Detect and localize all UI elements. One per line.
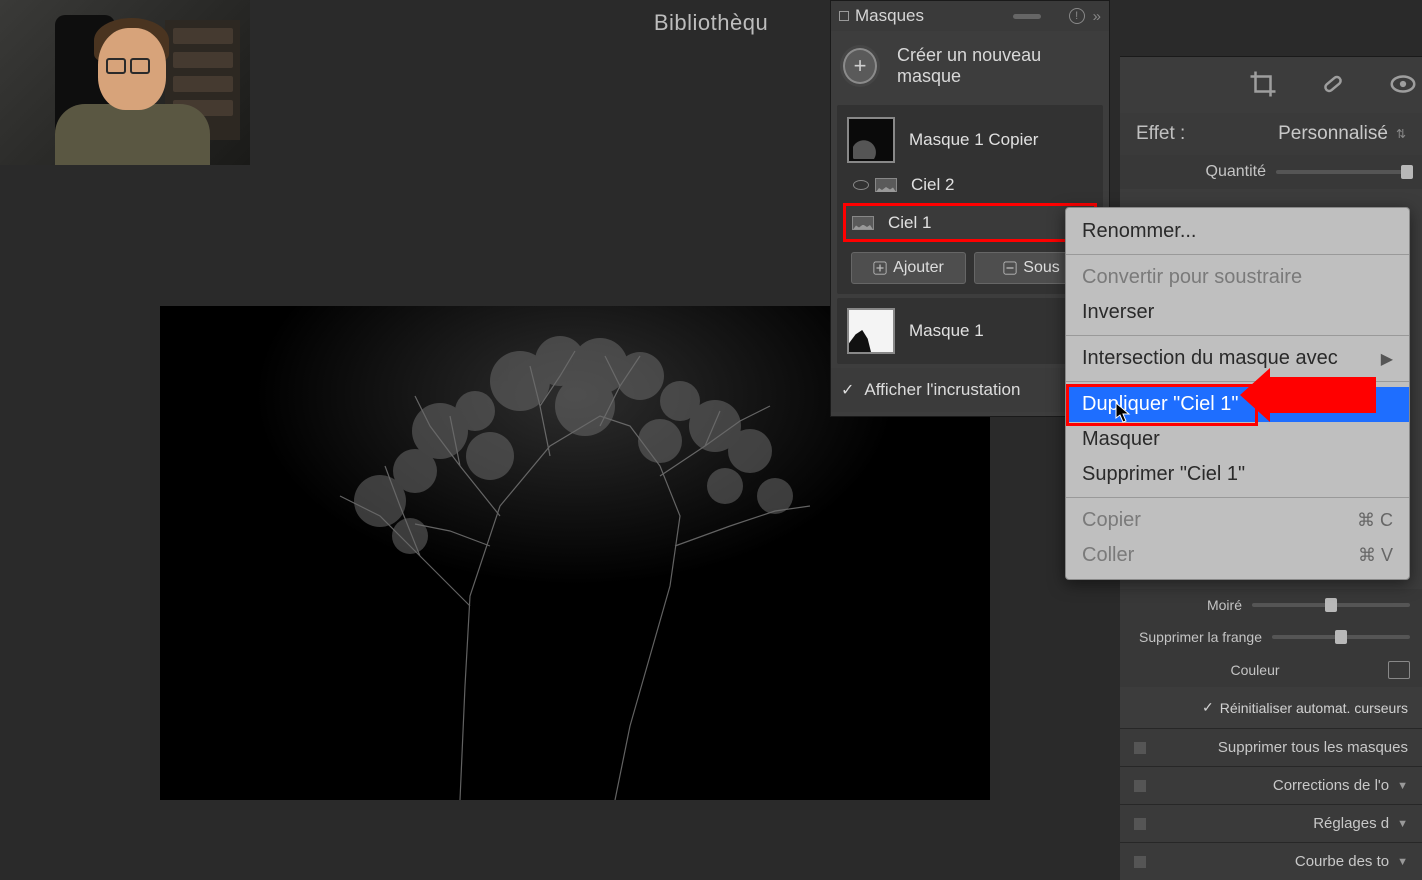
ctx-paste: Coller⌘ V [1066,538,1409,573]
effect-row[interactable]: Effet : Personnalisé ⇅ [1120,113,1422,155]
quantity-slider[interactable]: Quantité [1120,155,1422,189]
add-icon [873,261,887,275]
ctx-delete[interactable]: Supprimer "Ciel 1" [1066,457,1409,492]
cursor-icon [1115,402,1131,429]
annotation-arrow [1266,377,1376,413]
mask-group-2: Masque 1 [837,298,1103,364]
drag-handle-icon[interactable] [1013,14,1041,19]
color-swatch-icon[interactable] [1388,661,1410,679]
effect-label: Effet : [1136,123,1185,145]
mask-component-ciel2[interactable]: Ciel 2 [843,169,1097,201]
square-icon [1134,856,1146,868]
highlight-box [1066,384,1258,426]
webcam-overlay [0,0,250,165]
chevron-down-icon: ▼ [1397,818,1408,830]
collapse-icon[interactable]: » [1093,8,1101,25]
crop-icon[interactable] [1248,69,1278,99]
panel-icon [839,11,849,21]
sky-mask-icon [852,216,874,230]
mask-component-ciel1[interactable]: Ciel 1 ••• [843,203,1097,242]
new-mask-label: Créer un nouveau masque [897,45,1097,87]
ctx-intersect[interactable]: Intersection du masque avec▶ [1066,341,1409,376]
square-icon [1134,818,1146,830]
mask-thumbnail [847,308,895,354]
mask-thumbnail [847,117,895,163]
chevron-down-icon: ▼ [1397,780,1408,792]
effect-value: Personnalisé [1278,123,1388,145]
footer-curve[interactable]: Courbe des to ▼ [1120,842,1422,880]
chevron-right-icon: ▶ [1381,349,1393,369]
mask-item[interactable]: Masque 1 Copier [843,111,1097,169]
moire-slider[interactable]: Moiré [1120,589,1422,621]
footer-adjust[interactable]: Réglages d ▼ [1120,804,1422,842]
overlay-label: Afficher l'incrustation [864,380,1020,400]
visibility-icon[interactable] [853,180,869,190]
eye-icon[interactable] [1388,69,1418,99]
square-icon [1134,780,1146,792]
color-row[interactable]: Couleur [1120,653,1422,687]
mask-item[interactable]: Masque 1 [843,302,1097,360]
ctx-convert: Convertir pour soustraire [1066,260,1409,295]
mask-name: Masque 1 [909,321,984,341]
mask-name: Masque 1 Copier [909,130,1038,150]
chevron-updown-icon[interactable]: ⇅ [1396,127,1406,141]
ctx-invert[interactable]: Inverser [1066,295,1409,330]
footer-corrections[interactable]: Corrections de l'o ▼ [1120,766,1422,804]
add-button[interactable]: Ajouter [851,252,966,284]
checkmark-icon: ✓ [841,380,854,400]
masks-panel-header[interactable]: Masques ! » [831,1,1109,31]
new-mask-row[interactable]: + Créer un nouveau masque [831,31,1109,101]
checkmark-icon: ✓ [1202,699,1214,716]
add-mask-button[interactable]: + [843,48,877,84]
fringe-slider[interactable]: Supprimer la frange [1120,621,1422,653]
sky-mask-icon [875,178,897,192]
masks-title: Masques [855,6,924,26]
ctx-rename[interactable]: Renommer... [1066,214,1409,249]
mask-group-1: Masque 1 Copier Ciel 2 Ciel 1 ••• Ajoute… [837,105,1103,294]
subtract-icon [1003,261,1017,275]
mask-component-label: Ciel 1 [888,213,931,233]
ctx-copy: Copier⌘ C [1066,503,1409,538]
heal-icon[interactable] [1318,69,1348,99]
help-icon[interactable]: ! [1069,8,1085,24]
reset-checkbox[interactable]: ✓ Réinitialiser automat. curseurs [1120,687,1422,728]
chevron-down-icon: ▼ [1397,856,1408,868]
tool-strip [1120,57,1422,113]
mask-component-label: Ciel 2 [911,175,954,195]
footer-remove-all[interactable]: Supprimer tous les masques [1120,728,1422,766]
square-icon [1134,742,1146,754]
